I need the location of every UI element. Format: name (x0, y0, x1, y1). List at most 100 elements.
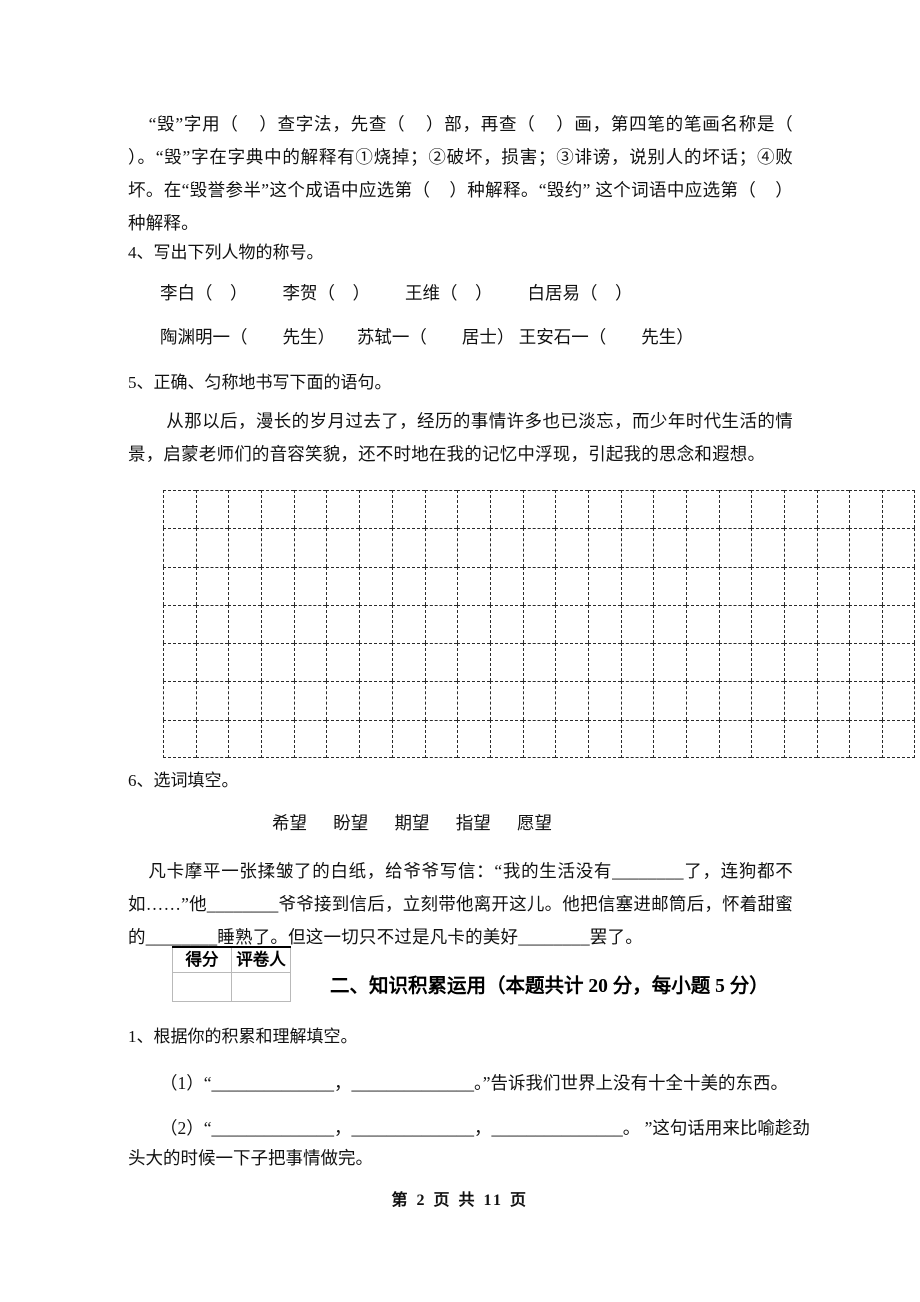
writing-grid-cell[interactable] (816, 719, 850, 758)
writing-grid-cell[interactable] (718, 604, 752, 644)
writing-grid-cell[interactable] (555, 528, 588, 567)
writing-grid-cell[interactable] (293, 681, 327, 720)
writing-grid-cell[interactable] (784, 681, 817, 720)
writing-grid-cell[interactable] (391, 604, 425, 644)
writing-grid-cell[interactable] (163, 490, 196, 529)
writing-grid-cell[interactable] (359, 566, 392, 605)
writing-grid-cell[interactable] (228, 604, 262, 644)
writing-grid-cell[interactable] (261, 604, 294, 644)
writing-grid-cell[interactable] (686, 604, 719, 644)
writing-grid-cell[interactable] (849, 719, 883, 758)
writing-grid-cell[interactable] (522, 490, 556, 529)
writing-grid-cell[interactable] (326, 719, 360, 758)
writing-grid-cell[interactable] (653, 490, 686, 529)
writing-practice-grid[interactable] (163, 490, 915, 758)
writing-grid-cell[interactable] (718, 719, 752, 758)
writing-grid-cell[interactable] (751, 681, 785, 720)
writing-grid-cell[interactable] (653, 643, 686, 682)
writing-grid-cell[interactable] (293, 528, 327, 567)
writing-grid-cell[interactable] (326, 566, 360, 605)
writing-grid-cell[interactable] (620, 719, 654, 758)
writing-grid-cell[interactable] (882, 719, 915, 758)
writing-grid-cell[interactable] (620, 566, 654, 605)
writing-grid-cell[interactable] (195, 566, 229, 605)
writing-grid-cell[interactable] (620, 681, 654, 720)
writing-grid-cell[interactable] (849, 566, 883, 605)
writing-grid-cell[interactable] (293, 719, 327, 758)
writing-grid-cell[interactable] (326, 604, 360, 644)
writing-grid-cell[interactable] (489, 604, 523, 644)
writing-grid-cell[interactable] (457, 643, 490, 682)
writing-grid-cell[interactable] (391, 643, 425, 682)
writing-grid-cell[interactable] (653, 604, 686, 644)
writing-grid-cell[interactable] (587, 566, 621, 605)
writing-grid-cell[interactable] (293, 643, 327, 682)
writing-grid-cell[interactable] (359, 604, 392, 644)
writing-grid-cell[interactable] (587, 719, 621, 758)
score-value-cell-score[interactable] (172, 972, 232, 1002)
writing-grid-cell[interactable] (489, 719, 523, 758)
writing-grid-cell[interactable] (457, 528, 490, 567)
writing-grid-cell[interactable] (228, 490, 262, 529)
writing-grid-cell[interactable] (424, 604, 458, 644)
writing-grid-cell[interactable] (261, 681, 294, 720)
writing-grid-cell[interactable] (261, 528, 294, 567)
writing-grid-cell[interactable] (751, 566, 785, 605)
writing-grid-cell[interactable] (784, 528, 817, 567)
writing-grid-cell[interactable] (457, 604, 490, 644)
writing-grid-cell[interactable] (195, 681, 229, 720)
writing-grid-cell[interactable] (816, 528, 850, 567)
writing-grid-cell[interactable] (784, 566, 817, 605)
writing-grid-cell[interactable] (718, 566, 752, 605)
writing-grid-cell[interactable] (163, 643, 196, 682)
writing-grid-cell[interactable] (163, 604, 196, 644)
writing-grid-cell[interactable] (751, 528, 785, 567)
writing-grid-cell[interactable] (457, 490, 490, 529)
writing-grid-cell[interactable] (195, 528, 229, 567)
writing-grid-cell[interactable] (587, 528, 621, 567)
writing-grid-cell[interactable] (882, 566, 915, 605)
writing-grid-cell[interactable] (653, 719, 686, 758)
writing-grid-cell[interactable] (555, 566, 588, 605)
writing-grid-cell[interactable] (163, 681, 196, 720)
writing-grid-cell[interactable] (228, 566, 262, 605)
writing-grid-cell[interactable] (228, 681, 262, 720)
writing-grid-cell[interactable] (620, 490, 654, 529)
writing-grid-cell[interactable] (163, 566, 196, 605)
writing-grid-cell[interactable] (261, 643, 294, 682)
writing-grid-cell[interactable] (228, 528, 262, 567)
writing-grid-cell[interactable] (424, 643, 458, 682)
score-value-cell-grader[interactable] (231, 972, 291, 1002)
writing-grid-cell[interactable] (261, 490, 294, 529)
writing-grid-cell[interactable] (391, 566, 425, 605)
writing-grid-cell[interactable] (784, 719, 817, 758)
writing-grid-cell[interactable] (816, 566, 850, 605)
writing-grid-cell[interactable] (424, 528, 458, 567)
writing-grid-cell[interactable] (326, 490, 360, 529)
writing-grid-cell[interactable] (228, 643, 262, 682)
writing-grid-cell[interactable] (555, 490, 588, 529)
writing-grid-cell[interactable] (587, 643, 621, 682)
writing-grid-cell[interactable] (293, 490, 327, 529)
writing-grid-cell[interactable] (882, 643, 915, 682)
writing-grid-cell[interactable] (359, 643, 392, 682)
writing-grid-cell[interactable] (849, 681, 883, 720)
writing-grid-cell[interactable] (718, 490, 752, 529)
writing-grid-cell[interactable] (718, 681, 752, 720)
writing-grid-cell[interactable] (686, 681, 719, 720)
writing-grid-cell[interactable] (784, 604, 817, 644)
writing-grid-cell[interactable] (555, 604, 588, 644)
writing-grid-cell[interactable] (195, 604, 229, 644)
writing-grid-cell[interactable] (424, 566, 458, 605)
writing-grid-cell[interactable] (522, 719, 556, 758)
writing-grid-cell[interactable] (489, 528, 523, 567)
writing-grid-cell[interactable] (882, 604, 915, 644)
writing-grid-cell[interactable] (587, 490, 621, 529)
writing-grid-cell[interactable] (816, 643, 850, 682)
writing-grid-cell[interactable] (816, 490, 850, 529)
writing-grid-cell[interactable] (522, 681, 556, 720)
writing-grid-cell[interactable] (261, 719, 294, 758)
writing-grid-cell[interactable] (391, 490, 425, 529)
writing-grid-cell[interactable] (849, 604, 883, 644)
writing-grid-cell[interactable] (882, 528, 915, 567)
